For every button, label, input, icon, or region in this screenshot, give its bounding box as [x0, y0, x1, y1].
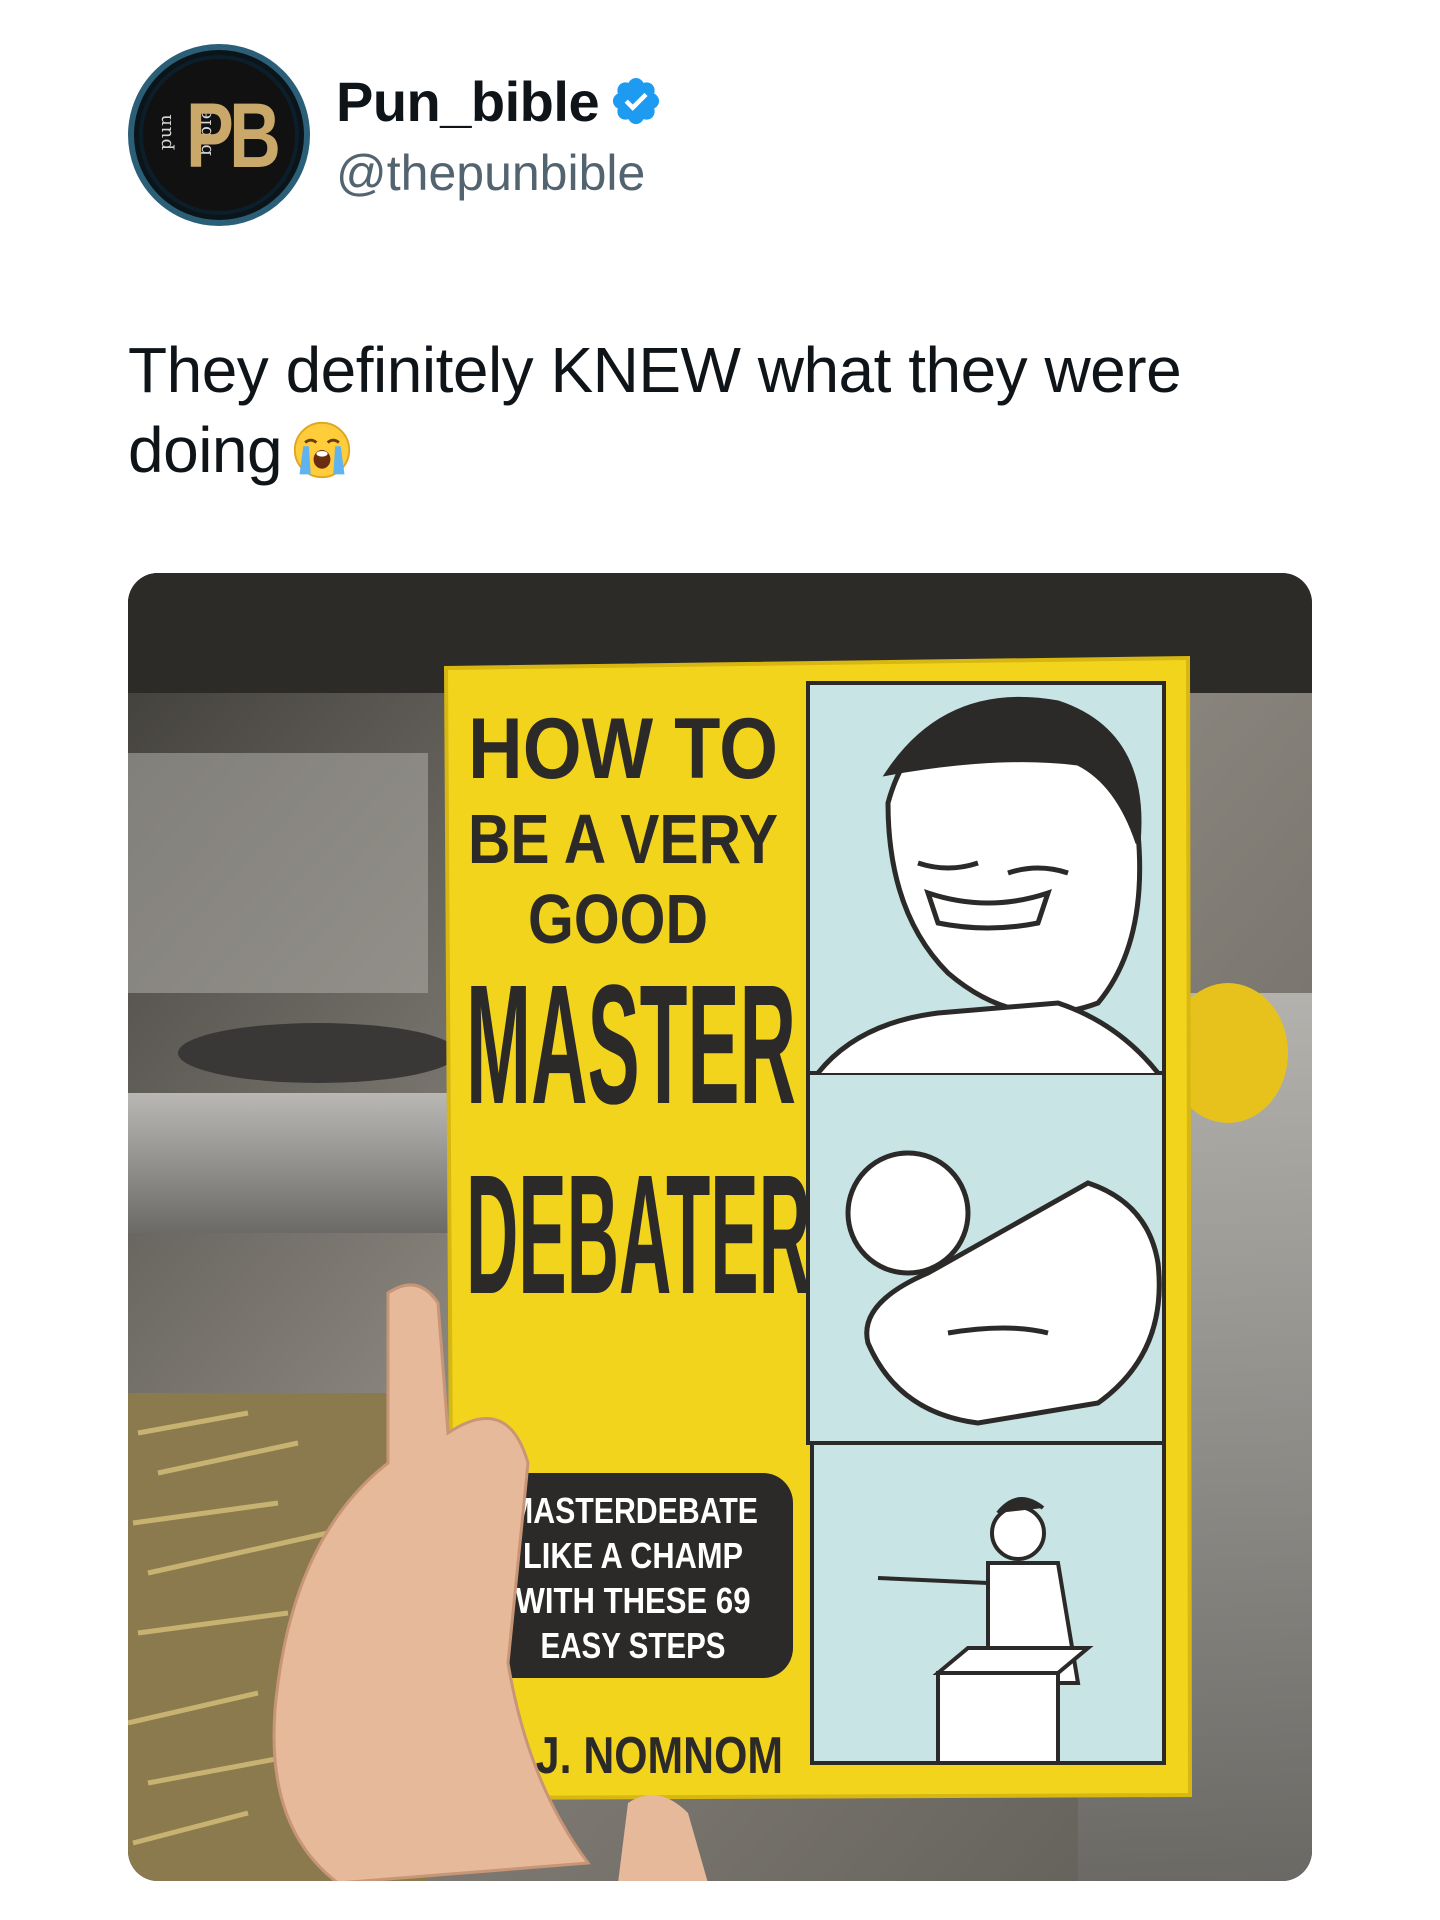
cover-title-line3: GOOD — [528, 880, 708, 958]
avatar-monogram: PB — [186, 85, 281, 187]
tweet-media-image[interactable]: HOW TO BE A VERY GOOD MASTER DEBATER MAS… — [128, 573, 1312, 1881]
photo: HOW TO BE A VERY GOOD MASTER DEBATER MAS… — [128, 573, 1312, 1881]
steel-counter-left — [128, 1093, 468, 1233]
tweet-text: They definitely KNEW what they were doin… — [128, 330, 1318, 490]
display-name[interactable]: Pun_bible — [336, 69, 600, 134]
tagline-line3: WITH THESE 69 — [516, 1580, 751, 1621]
tagline-line1: MASTERDEBATE — [508, 1490, 758, 1531]
tweet-header: pun bible PB Pun_bible @thepunbible — [128, 44, 1128, 234]
tagline-line4: EASY STEPS — [541, 1625, 726, 1666]
loudly-crying-face-icon — [293, 421, 351, 479]
cover-title-line4: MASTER — [466, 950, 796, 1140]
tweet-text-line2: doing — [128, 414, 283, 486]
name-row: Pun_bible — [336, 66, 663, 136]
avatar-small-text: pun bible — [155, 108, 216, 156]
tweet-text-line1: They definitely KNEW what they were — [128, 334, 1182, 406]
tagline-line2: LIKE A CHAMP — [523, 1535, 743, 1576]
cover-title-line2: BE A VERY — [468, 800, 778, 878]
avatar[interactable]: pun bible PB — [128, 44, 310, 226]
cover-title-line1: HOW TO — [468, 701, 778, 797]
verified-badge-icon[interactable] — [609, 74, 663, 128]
user-handle[interactable]: @thepunbible — [336, 144, 645, 202]
wall-tiles — [128, 753, 428, 993]
cover-title-line5: DEBATER — [466, 1140, 811, 1330]
wok — [178, 1023, 458, 1083]
